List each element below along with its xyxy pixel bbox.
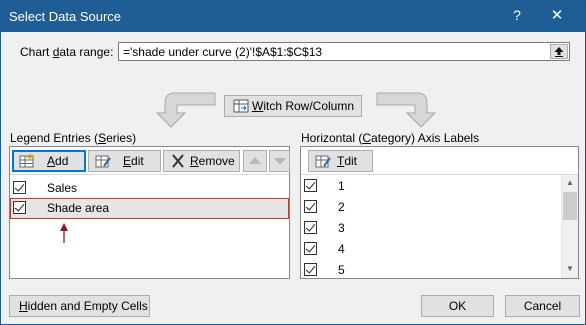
annotation-arrow-icon	[60, 223, 68, 243]
series-checkbox[interactable]	[13, 181, 26, 194]
axis-label: 3	[338, 221, 345, 235]
remove-x-icon	[172, 154, 184, 168]
edit-series-button[interactable]: Edit	[88, 150, 161, 172]
ok-label: OK	[448, 299, 467, 313]
chart-data-range-input[interactable]: ='shade under curve (2)'!$A$1:$C$13	[118, 42, 570, 61]
move-up-icon	[249, 157, 261, 164]
series-list-item[interactable]: Sales	[10, 178, 289, 199]
move-down-button[interactable]	[269, 150, 290, 172]
axis-list-item[interactable]: 5	[301, 260, 578, 278]
axis-list-item[interactable]: 3	[301, 218, 578, 239]
series-list-item-selected[interactable]: Shade area	[10, 198, 289, 219]
hidden-empty-cells-button[interactable]: Hidden and Empty Cells	[9, 295, 150, 317]
select-data-source-dialog: Select Data Source ? ✕ Chart data range:…	[0, 0, 586, 325]
help-button[interactable]: ?	[507, 7, 527, 27]
close-button[interactable]: ✕	[545, 6, 569, 28]
edit-axis-labels-label: Tdit	[337, 154, 358, 168]
axis-checkbox[interactable]	[304, 179, 317, 192]
axis-labels-heading: Horizontal (Category) Axis Labels	[301, 131, 480, 145]
collapse-dialog-button[interactable]	[550, 44, 568, 59]
switch-row-column-icon	[233, 99, 249, 113]
title-bar: Select Data Source ? ✕	[1, 1, 585, 32]
series-label: Sales	[47, 181, 78, 195]
axis-list-item[interactable]: 4	[301, 239, 578, 260]
legend-toolbar: Add Edit Remove	[10, 147, 290, 175]
move-up-button[interactable]	[243, 150, 267, 172]
scrollbar-thumb[interactable]	[563, 192, 577, 220]
axis-labels-panel: Tdit 1 2 3 4 5 ▲ ▼	[300, 146, 579, 279]
cancel-button[interactable]: Cancel	[505, 295, 580, 317]
axis-checkbox[interactable]	[304, 263, 317, 276]
curved-arrow-right-icon	[376, 92, 437, 128]
remove-series-button[interactable]: Remove	[163, 150, 240, 172]
chart-data-range-value: ='shade under curve (2)'!$A$1:$C$13	[123, 45, 323, 59]
axis-label: 5	[338, 263, 345, 277]
curved-arrow-left-icon	[155, 92, 216, 128]
ok-button[interactable]: OK	[421, 295, 494, 317]
axis-checkbox[interactable]	[304, 242, 317, 255]
move-down-icon	[274, 158, 286, 165]
axis-toolbar: Tdit	[301, 147, 578, 175]
axis-list-item[interactable]: 1	[301, 176, 578, 197]
add-series-label: Add	[47, 154, 69, 168]
axis-list-item[interactable]: 2	[301, 197, 578, 218]
legend-entries-panel: Add Edit Remove Sales Shade area	[9, 146, 290, 279]
series-checkbox[interactable]	[13, 201, 26, 214]
switch-row-column-label: Witch Row/Column	[252, 99, 355, 113]
series-label: Shade area	[47, 201, 110, 215]
scroll-down-arrow-icon[interactable]: ▼	[562, 261, 578, 277]
dialog-title: Select Data Source	[9, 9, 122, 24]
remove-series-label: Remove	[190, 154, 235, 168]
edit-series-label: Edit	[123, 154, 144, 168]
axis-checkbox[interactable]	[304, 221, 317, 234]
cancel-label: Cancel	[523, 299, 562, 313]
chart-data-range-label: Chart data range:	[20, 45, 114, 59]
axis-label: 4	[338, 242, 345, 256]
hidden-empty-cells-label: Hidden and Empty Cells	[19, 299, 148, 313]
axis-label: 1	[338, 179, 345, 193]
axis-list-scrollbar[interactable]: ▲ ▼	[561, 175, 578, 278]
scroll-up-arrow-icon[interactable]: ▲	[562, 175, 578, 191]
collapse-up-arrow-icon	[554, 47, 564, 57]
add-series-button[interactable]: Add	[12, 150, 86, 172]
legend-entries-heading: Legend Entries (Series)	[10, 131, 137, 145]
axis-label: 2	[338, 200, 345, 214]
edit-axis-labels-button[interactable]: Tdit	[308, 150, 373, 172]
switch-row-column-button[interactable]: Witch Row/Column	[224, 95, 362, 117]
axis-checkbox[interactable]	[304, 200, 317, 213]
edit-axis-icon	[315, 155, 331, 168]
add-series-icon	[19, 154, 34, 168]
edit-series-icon	[95, 155, 111, 168]
